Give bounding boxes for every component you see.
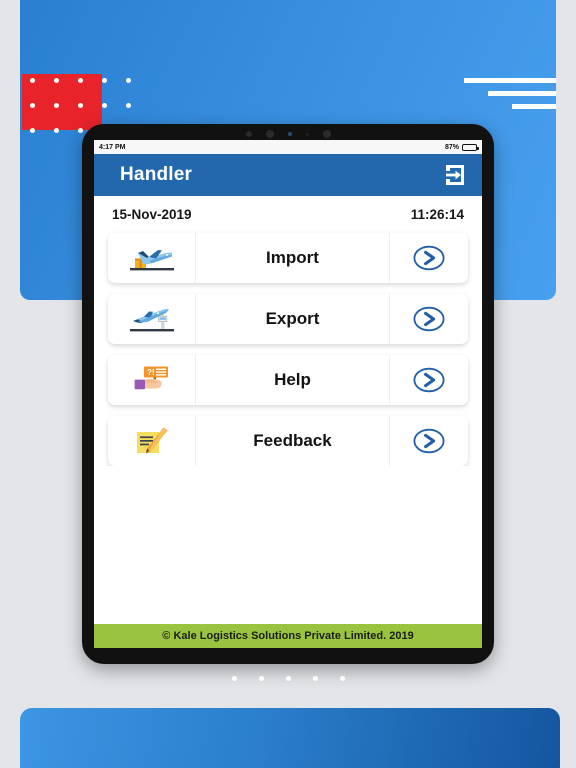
page-title: Handler [120,164,193,185]
tablet-device-frame: 4:17 PM 87% Handler 15-Nov-2019 11:26:14… [82,124,494,664]
pagination-dot[interactable] [339,676,345,681]
status-bar-time: 4:17 PM [99,143,126,151]
chevron-right-circle-icon[interactable] [390,355,468,405]
menu-item-help[interactable]: ?! Help [108,355,468,405]
copyright-footer: © Kale Logistics Solutions Private Limit… [94,624,482,648]
current-date: 15-Nov-2019 [112,207,192,222]
screenshot-stage: 4:17 PM 87% Handler 15-Nov-2019 11:26:14… [0,0,576,768]
notepad-pencil-icon [108,416,196,466]
pagination-dot[interactable] [285,676,291,681]
menu-item-label: Export [196,294,390,344]
menu-item-label: Import [196,233,390,283]
background-panel-bottom [20,708,560,768]
hand-holding-sign-icon: ?! [108,355,196,405]
pagination-dot[interactable] [258,676,264,681]
menu-item-export[interactable]: Export [108,294,468,344]
menu-item-import[interactable]: Import [108,233,468,283]
content-empty-area [94,466,482,624]
pagination-dot[interactable] [312,676,318,681]
chevron-right-circle-icon[interactable] [390,233,468,283]
svg-text:?!: ?! [147,368,155,377]
battery-icon [462,143,479,151]
main-menu-list: Import Export ?! Help Feedback [94,231,482,466]
menu-item-label: Feedback [196,416,390,466]
chevron-right-circle-icon[interactable] [390,294,468,344]
decor-stacked-lines [446,76,556,120]
current-time: 11:26:14 [410,207,464,222]
info-row: 15-Nov-2019 11:26:14 [94,196,482,231]
status-bar: 4:17 PM 87% [94,140,482,154]
plane-landing-cargo-icon [108,233,196,283]
carousel-pagination-dots[interactable] [0,676,576,681]
logout-icon[interactable] [442,162,468,188]
status-bar-battery-percent: 87% [444,143,459,151]
app-header-bar: Handler [94,154,482,196]
menu-item-feedback[interactable]: Feedback [108,416,468,466]
tablet-screen: 4:17 PM 87% Handler 15-Nov-2019 11:26:14… [94,140,482,648]
front-camera-sensors [82,128,494,140]
menu-item-label: Help [196,355,390,405]
plane-takeoff-tower-icon [108,294,196,344]
chevron-right-circle-icon[interactable] [390,416,468,466]
pagination-dot[interactable] [231,676,237,681]
